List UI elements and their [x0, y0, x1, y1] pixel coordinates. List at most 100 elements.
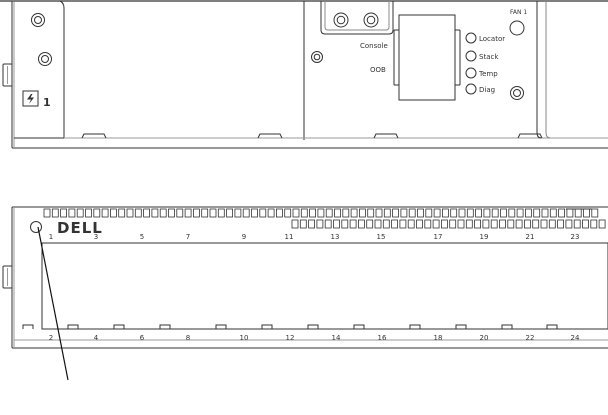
vent-slot	[299, 219, 307, 229]
vent-slot	[151, 208, 159, 218]
vent-slot	[433, 208, 441, 218]
status-led-icon	[465, 83, 477, 95]
vent-slot	[557, 219, 564, 229]
vent-slot	[251, 208, 258, 218]
vent-slot	[226, 208, 234, 218]
vent-slot	[425, 208, 433, 218]
port-number-label: 16	[378, 334, 387, 342]
console-port-frame	[320, 1, 394, 35]
port-number-label: 21	[526, 233, 535, 241]
vent-slot	[341, 219, 349, 229]
vent-slot	[192, 208, 200, 218]
vent-slot	[316, 219, 324, 229]
vent-slot	[134, 208, 142, 218]
vent-slot	[416, 219, 423, 229]
fan-label: FAN 1	[510, 9, 527, 16]
port-notch	[261, 324, 273, 329]
port-notch	[307, 324, 319, 329]
port-number-label: 12	[286, 334, 295, 342]
vent-slot	[317, 208, 325, 218]
foot	[257, 133, 283, 139]
vent-slot	[242, 208, 250, 218]
vent-slot	[51, 208, 59, 218]
led-label-temp: Temp	[478, 70, 498, 78]
reset-button-icon	[30, 221, 42, 233]
port-bay	[41, 242, 608, 330]
vent-slot	[366, 219, 374, 229]
vent-slot	[491, 208, 499, 218]
vent-slot	[591, 208, 599, 218]
screw-icon	[31, 13, 45, 27]
vent-slot	[350, 208, 358, 218]
vent-slot	[598, 219, 606, 229]
vent-slot	[334, 208, 341, 218]
vent-slot	[101, 208, 109, 218]
vent-row	[291, 219, 606, 229]
vent-slot	[499, 219, 506, 229]
vent-slot	[458, 208, 466, 218]
vent-slot	[76, 208, 84, 218]
vent-slot	[558, 208, 565, 218]
vent-slot	[424, 219, 432, 229]
vent-slot	[516, 208, 524, 218]
vent-slot	[358, 208, 366, 218]
port-notch	[215, 324, 227, 329]
vent-slot	[407, 219, 415, 229]
port-number-label: 11	[285, 233, 294, 241]
vent-slot	[284, 208, 292, 218]
port-notch	[501, 324, 513, 329]
port-notches	[22, 324, 558, 329]
port-number-label: 7	[186, 233, 190, 241]
screw-icon	[311, 51, 323, 63]
vent-slot	[209, 208, 217, 218]
vent-slot	[440, 219, 448, 229]
vent-slot	[400, 208, 408, 218]
fan-module-edge	[536, 1, 542, 139]
vent-slot	[275, 208, 283, 218]
port-number-label: 6	[140, 334, 145, 342]
vent-slot	[574, 208, 582, 218]
port-number-label: 22	[526, 334, 535, 342]
vent-slot	[475, 208, 483, 218]
port-number-label: 4	[94, 334, 99, 342]
vent-slot	[217, 208, 225, 218]
vent-slot	[583, 208, 590, 218]
port-notch	[113, 324, 125, 329]
vent-slot	[483, 208, 491, 218]
vent-slot	[118, 208, 126, 218]
port-number-label: 3	[94, 233, 98, 241]
port-notch	[455, 324, 467, 329]
port-number-label: 2	[49, 334, 53, 342]
vent-slot	[68, 208, 76, 218]
vent-slot	[342, 208, 350, 218]
vent-slot	[308, 219, 316, 229]
vent-slot	[168, 208, 175, 218]
vent-slot	[533, 208, 541, 218]
vent-slot	[449, 219, 457, 229]
port-number-label: 18	[434, 334, 443, 342]
bottom-port-numbers: 2 4 6 8 10 12 14 16 18 20 22 24	[49, 334, 580, 342]
vent-slot	[159, 208, 167, 218]
port-number-label: 1	[49, 233, 53, 241]
vent-slot	[60, 208, 67, 218]
vent-slot	[143, 208, 151, 218]
foot	[81, 133, 107, 139]
led-label-locator: Locator	[479, 35, 505, 43]
vent-slot	[432, 219, 440, 229]
led-label-diag: Diag	[479, 86, 495, 94]
vent-slot	[573, 219, 581, 229]
vent-slot	[541, 208, 549, 218]
port-number-label: 20	[480, 334, 489, 342]
port-cage	[398, 14, 456, 101]
console-port-icon	[333, 12, 349, 28]
status-led-icon	[465, 32, 477, 44]
vent-slot	[325, 208, 333, 218]
port-number-label: 9	[242, 233, 246, 241]
oob-label: OOB	[370, 66, 386, 74]
vent-slot	[309, 208, 317, 218]
vent-slot	[85, 208, 92, 218]
vent-slot	[300, 208, 308, 218]
vent-slot	[549, 208, 557, 218]
port-number-label: 14	[332, 334, 341, 342]
vent-slot	[515, 219, 523, 229]
